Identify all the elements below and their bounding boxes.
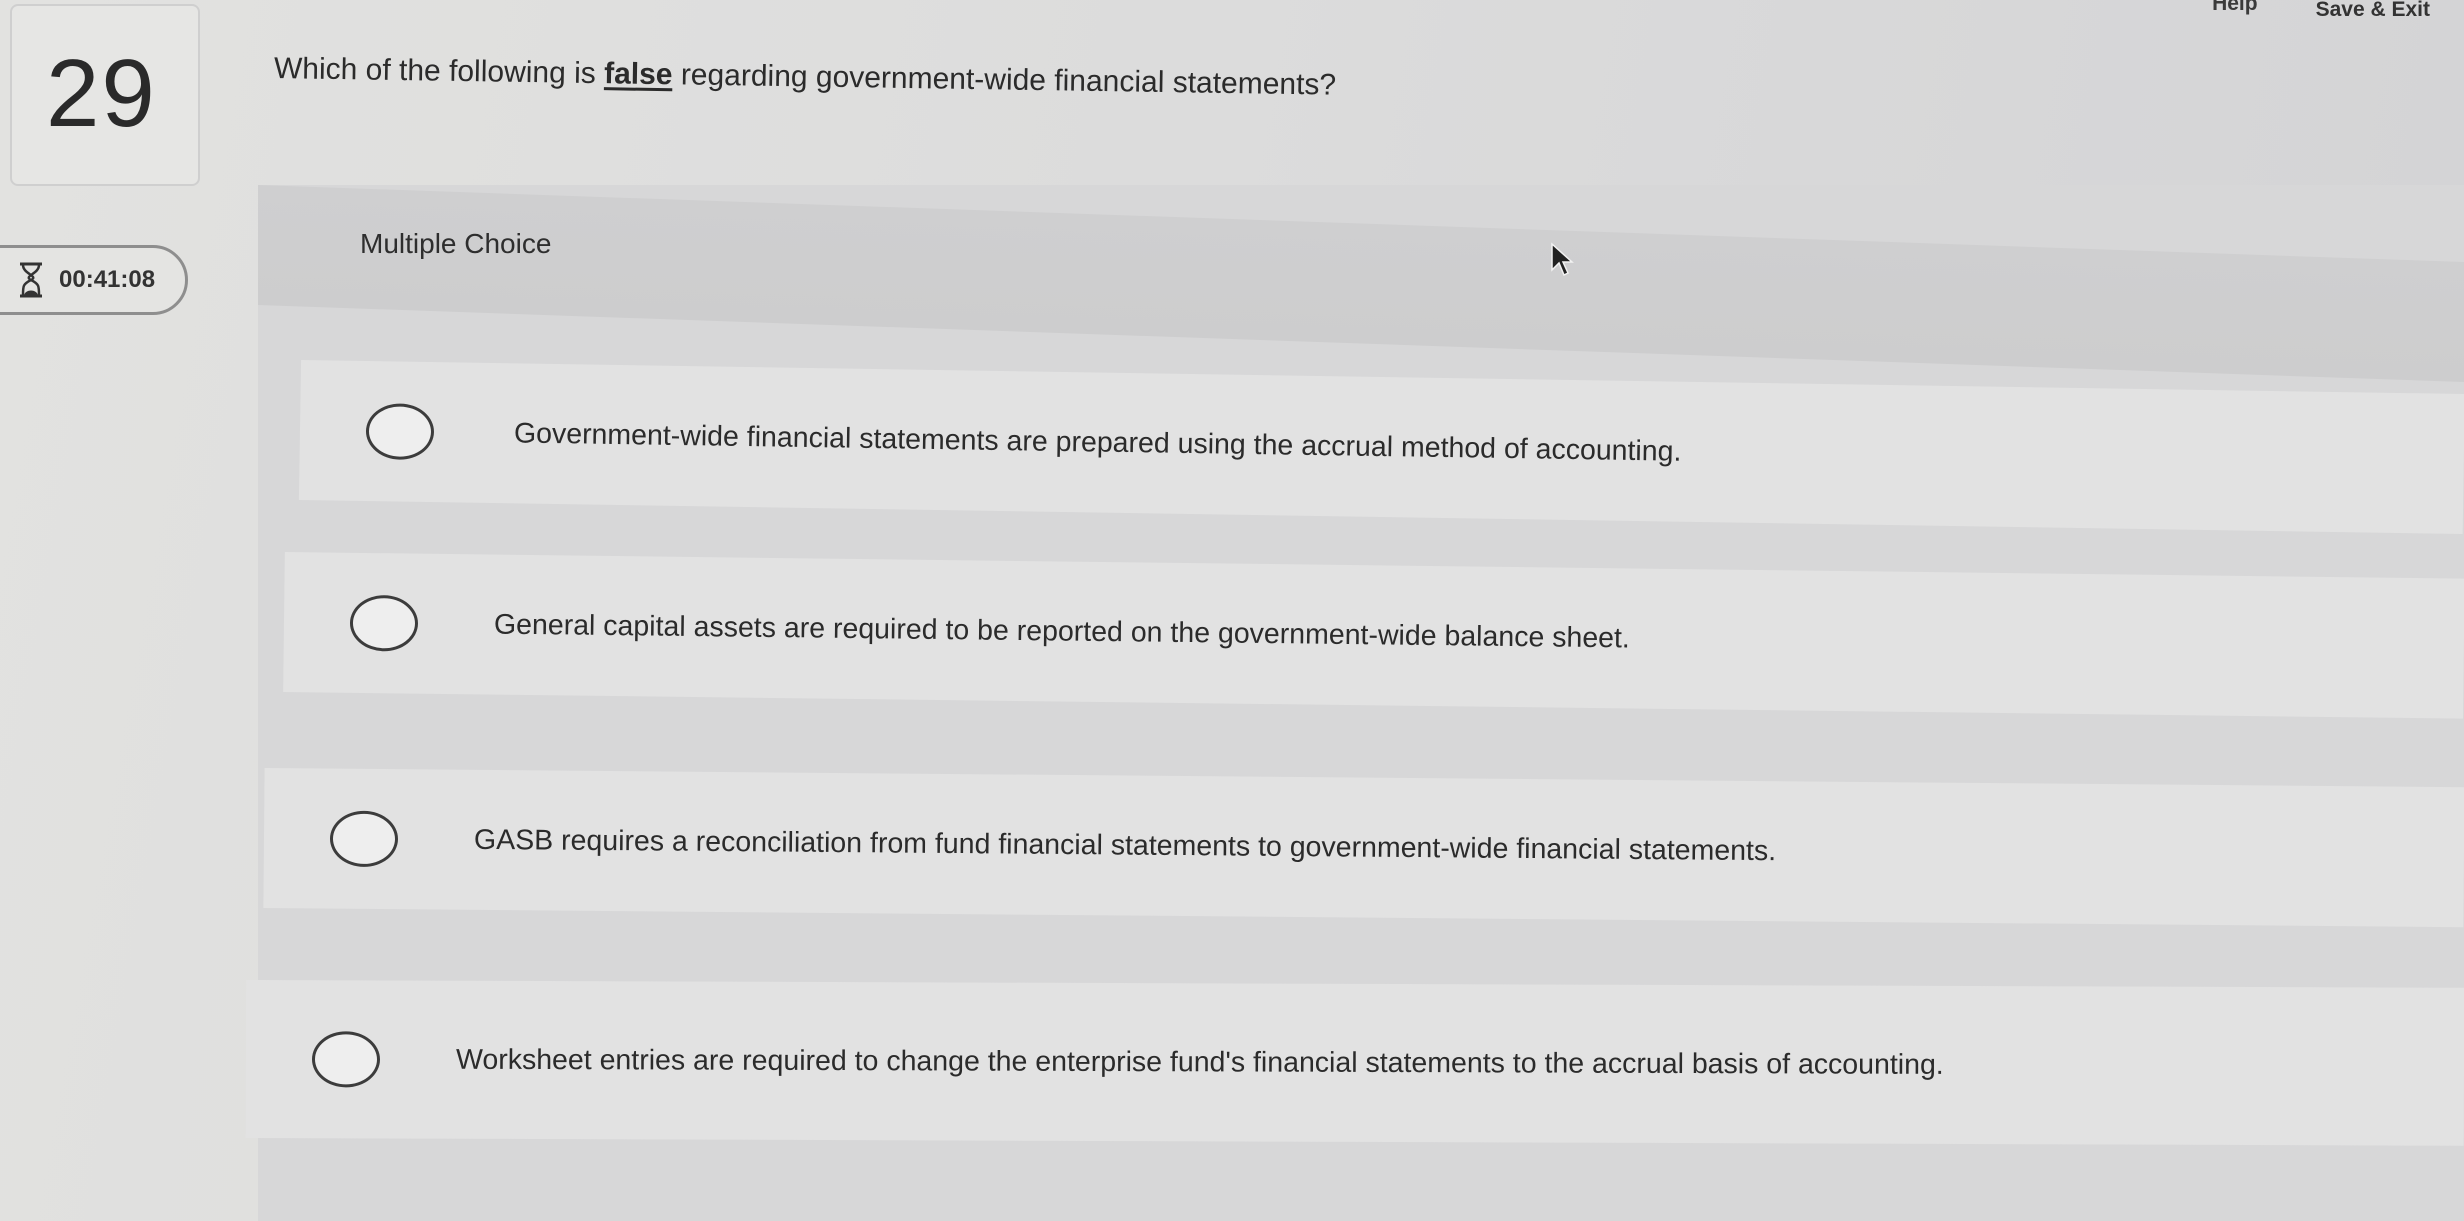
mouse-cursor-icon bbox=[1551, 242, 1574, 277]
radio-button-3[interactable] bbox=[329, 810, 399, 868]
question-number-card: 29 bbox=[10, 4, 200, 186]
help-link[interactable]: Help bbox=[2212, 0, 2258, 14]
answer-option-2-text: General capital assets are required to b… bbox=[493, 608, 1631, 654]
prompt-text-before: Which of the following is bbox=[273, 52, 605, 91]
prompt-emphasis: false bbox=[603, 57, 673, 92]
save-exit-link[interactable]: Save & Exit bbox=[2316, 0, 2430, 20]
quiz-page: Help Save & Exit 29 00:41:08 Which of th… bbox=[0, 0, 2464, 1221]
radio-button-2[interactable] bbox=[349, 594, 419, 652]
answer-option-4-text: Worksheet entries are required to change… bbox=[455, 1043, 1944, 1081]
radio-button-1[interactable] bbox=[365, 403, 435, 461]
answer-option-3[interactable]: GASB requires a reconciliation from fund… bbox=[263, 768, 2464, 928]
answer-option-3-text: GASB requires a reconciliation from fund… bbox=[473, 823, 1777, 867]
question-number: 29 bbox=[46, 40, 157, 147]
top-links: Help Save & Exit bbox=[2212, 0, 2430, 26]
hourglass-icon bbox=[20, 262, 42, 298]
answer-option-2[interactable]: General capital assets are required to b… bbox=[283, 552, 2464, 719]
timer-value: 00:41:08 bbox=[59, 266, 156, 293]
question-prompt: Which of the following is false regardin… bbox=[274, 52, 1337, 103]
prompt-text-after: regarding government-wide financial stat… bbox=[672, 58, 1337, 102]
answer-option-4[interactable]: Worksheet entries are required to change… bbox=[245, 980, 2464, 1146]
answer-option-1-text: Government-wide financial statements are… bbox=[513, 416, 1682, 468]
timer[interactable]: 00:41:08 bbox=[0, 245, 188, 315]
radio-button-4[interactable] bbox=[311, 1031, 381, 1088]
question-type-label: Multiple Choice bbox=[360, 228, 552, 259]
